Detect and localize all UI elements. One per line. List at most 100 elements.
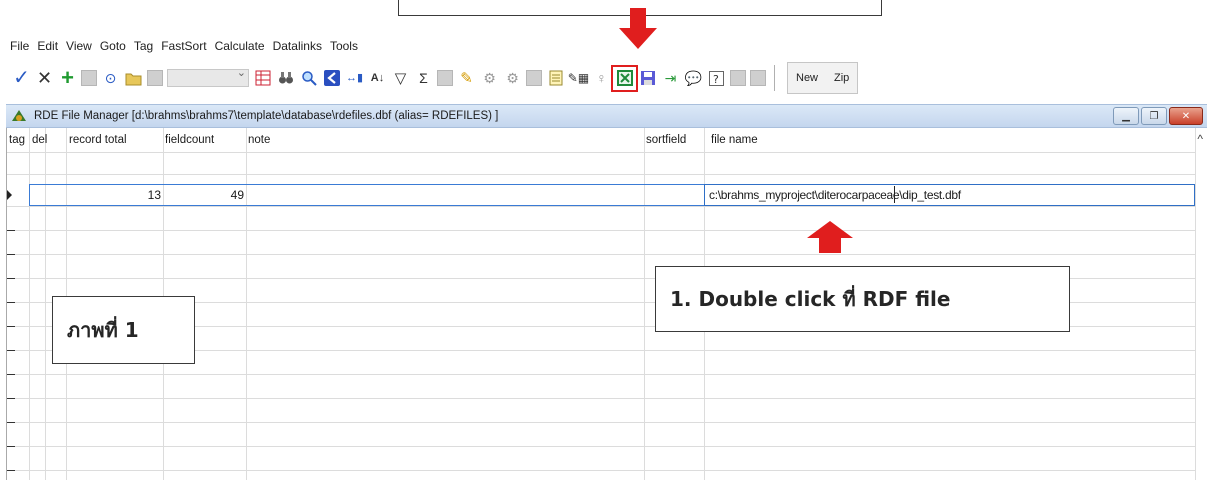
row-divider xyxy=(7,254,1195,255)
grey-tool-icon[interactable]: ⚙ xyxy=(480,69,499,88)
row-marker xyxy=(7,278,15,279)
column-header-del[interactable]: del xyxy=(32,128,47,152)
comment-icon[interactable]: 💬 xyxy=(684,69,703,88)
menu-tools[interactable]: Tools xyxy=(326,36,362,56)
scroll-up-icon[interactable]: ^ xyxy=(1197,132,1203,146)
checkmark-icon[interactable]: ✓ xyxy=(12,68,31,88)
menu-bar: File Edit View Goto Tag FastSort Calcula… xyxy=(6,36,362,56)
row-divider xyxy=(7,174,1195,175)
figure-label-text: ภาพที่ 1 xyxy=(67,318,139,342)
map-pin-icon[interactable]: ♀ xyxy=(592,69,611,88)
window-title: RDE File Manager [d:\brahms\brahms7\temp… xyxy=(34,110,499,122)
help-icon[interactable]: ? xyxy=(707,69,726,88)
zip-button[interactable]: Zip xyxy=(826,63,857,93)
row-divider xyxy=(7,470,1195,471)
folder-icon[interactable] xyxy=(124,69,143,88)
row-divider xyxy=(7,446,1195,447)
record-total-cell[interactable]: 13 xyxy=(67,185,161,205)
row-marker xyxy=(7,470,15,471)
notes-icon[interactable] xyxy=(546,69,565,88)
plus-icon[interactable]: + xyxy=(58,67,77,89)
edit-grid-icon[interactable]: ✎▦ xyxy=(568,69,589,88)
binoculars-icon[interactable] xyxy=(276,69,295,88)
row-divider xyxy=(7,374,1195,375)
row-marker xyxy=(7,374,15,375)
column-header-note[interactable]: note xyxy=(248,128,270,152)
column-header-tag[interactable]: tag xyxy=(9,128,25,152)
row-marker xyxy=(7,422,15,423)
sigma-icon[interactable]: Σ xyxy=(414,69,433,88)
column-divider xyxy=(246,128,247,480)
column-header-sortfield[interactable]: sortfield xyxy=(646,128,686,152)
fieldcount-cell[interactable]: 49 xyxy=(164,185,244,205)
blank-square-icon[interactable] xyxy=(526,70,542,86)
red-arrow-down-icon xyxy=(619,8,657,49)
row-divider xyxy=(7,152,1195,153)
row-marker xyxy=(7,446,15,447)
window-titlebar: RDE File Manager [d:\brahms\brahms7\temp… xyxy=(6,104,1207,128)
back-arrow-icon[interactable] xyxy=(322,69,341,88)
blank-square-icon[interactable] xyxy=(730,70,746,86)
column-divider xyxy=(45,128,46,480)
toolbar: ✓ ✕ + ⊙ ↔▮ A↓ ▽ Σ ✎ ⚙ ⚙ ✎▦ xyxy=(6,58,1201,98)
row-marker xyxy=(7,302,15,303)
menu-datalinks[interactable]: Datalinks xyxy=(269,36,326,56)
minimize-button[interactable]: ▁ xyxy=(1113,107,1139,125)
menu-fastsort[interactable]: FastSort xyxy=(157,36,210,56)
instruction-callout: 1. Double click ที่ RDF file xyxy=(655,266,1070,332)
grid-icon[interactable] xyxy=(253,69,272,88)
row-divider xyxy=(7,206,1195,207)
import-icon[interactable]: ⇥ xyxy=(661,69,680,88)
blank-square-icon[interactable] xyxy=(750,70,766,86)
row-divider xyxy=(7,230,1195,231)
sort-icon[interactable]: A↓ xyxy=(368,69,387,88)
svg-text:?: ? xyxy=(713,73,719,86)
blank-square-icon[interactable] xyxy=(81,70,97,86)
new-button[interactable]: New xyxy=(788,63,826,93)
excel-export-icon[interactable] xyxy=(611,64,638,92)
toolbar-separator xyxy=(774,65,775,91)
grey-tool-2-icon[interactable]: ⚙ xyxy=(503,69,522,88)
row-marker xyxy=(7,230,15,231)
column-header-fieldcount[interactable]: fieldcount xyxy=(165,128,214,152)
row-marker xyxy=(7,254,15,255)
column-width-icon[interactable]: ↔▮ xyxy=(345,69,364,88)
file-name-cell[interactable]: c:\brahms_myproject\diterocarpaceae\dip_… xyxy=(709,185,961,205)
row-marker xyxy=(7,326,15,327)
brahms-app-icon xyxy=(12,110,26,121)
pen-icon[interactable]: ✎ xyxy=(457,69,476,88)
red-arrow-up-icon xyxy=(807,221,853,253)
row-divider xyxy=(7,398,1195,399)
column-divider xyxy=(29,128,30,480)
window-controls: ▁ ❐ ✕ xyxy=(1113,107,1203,125)
column-header-record-total[interactable]: record total xyxy=(69,128,127,152)
row-pointer-icon xyxy=(7,190,12,200)
cross-icon[interactable]: ✕ xyxy=(35,69,54,88)
menu-edit[interactable]: Edit xyxy=(33,36,62,56)
restore-button[interactable]: ❐ xyxy=(1141,107,1167,125)
row-divider xyxy=(7,422,1195,423)
screenshot-page: File Edit View Goto Tag FastSort Calcula… xyxy=(0,0,1207,480)
save-icon[interactable] xyxy=(638,69,657,88)
column-divider xyxy=(1195,128,1196,480)
text-cursor xyxy=(894,186,895,203)
instruction-callout-text: 1. Double click ที่ RDF file xyxy=(670,287,951,311)
blank-square-icon[interactable] xyxy=(437,70,453,86)
view-combo[interactable] xyxy=(167,68,249,87)
menu-file[interactable]: File xyxy=(6,36,33,56)
column-divider xyxy=(644,128,645,480)
menu-view[interactable]: View xyxy=(62,36,96,56)
row-marker xyxy=(7,350,15,351)
blank-square-icon[interactable] xyxy=(147,70,163,86)
figure-label-callout: ภาพที่ 1 xyxy=(52,296,195,364)
filter-icon[interactable]: ▽ xyxy=(391,69,410,88)
column-header-file-name[interactable]: file name xyxy=(711,128,758,152)
row-marker xyxy=(7,398,15,399)
menu-calculate[interactable]: Calculate xyxy=(211,36,269,56)
toolbar-text-buttons: New Zip xyxy=(787,62,859,94)
menu-goto[interactable]: Goto xyxy=(96,36,130,56)
zoom-icon[interactable] xyxy=(299,69,318,88)
close-button[interactable]: ✕ xyxy=(1169,107,1203,125)
menu-tag[interactable]: Tag xyxy=(130,36,157,56)
refresh-icon[interactable]: ⊙ xyxy=(101,69,120,88)
